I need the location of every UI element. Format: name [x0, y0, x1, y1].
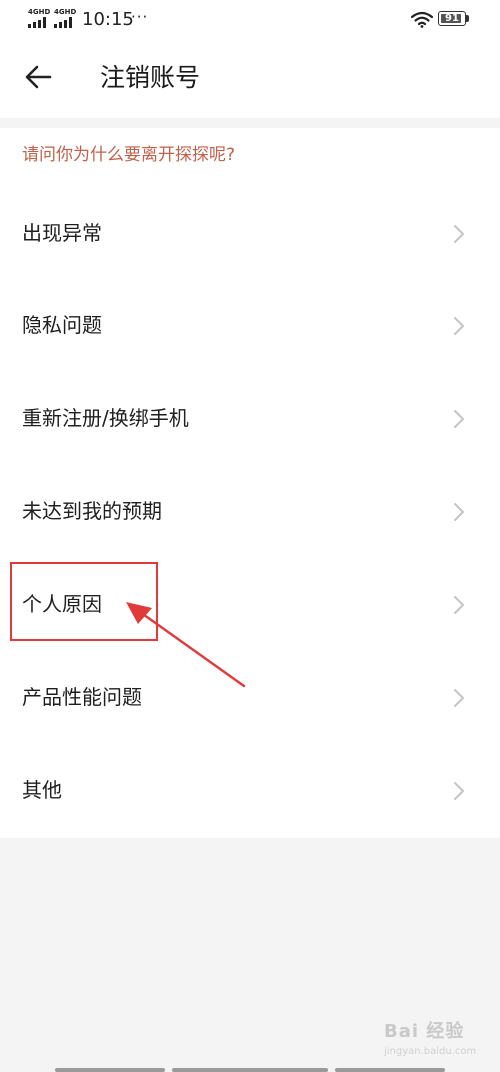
reason-label: 个人原因	[22, 592, 102, 616]
cell-signal-2-icon: 4GHD	[54, 9, 76, 29]
more-notifications-icon: ···	[131, 8, 149, 26]
question-prompt: 请问你为什么要离开探探呢?	[22, 145, 236, 165]
cell-signal-1-icon: 4GHD	[28, 9, 50, 29]
back-arrow-icon[interactable]	[14, 52, 64, 102]
network-type-2: 4GHD	[54, 8, 77, 16]
chevron-right-icon	[454, 503, 464, 521]
status-time: 10:15	[82, 9, 134, 30]
wifi-icon	[411, 11, 433, 28]
reason-label: 其他	[22, 778, 62, 802]
chevron-right-icon	[454, 596, 464, 614]
reason-item-privacy[interactable]: 隐私问题	[0, 280, 500, 372]
chevron-right-icon	[454, 410, 464, 428]
chevron-right-icon	[454, 225, 464, 243]
reason-item-expectation[interactable]: 未达到我的预期	[0, 466, 500, 558]
reason-label: 未达到我的预期	[22, 499, 162, 523]
reason-item-personal[interactable]: 个人原因	[0, 559, 500, 651]
reason-item-other[interactable]: 其他	[0, 745, 500, 837]
section-gap	[0, 118, 500, 128]
app-bar: 注销账号	[0, 40, 500, 118]
reason-label: 产品性能问题	[22, 685, 142, 709]
reason-list: 请问你为什么要离开探探呢? 出现异常 隐私问题 重新注册/换绑手机 未达到我的预…	[0, 128, 500, 838]
reason-item-reregister[interactable]: 重新注册/换绑手机	[0, 373, 500, 465]
reason-label: 重新注册/换绑手机	[22, 406, 189, 430]
watermark-url: jingyan.baidu.com	[384, 1046, 477, 1057]
bottom-nav-bar	[0, 1064, 500, 1072]
reason-label: 隐私问题	[22, 313, 102, 337]
reason-item-performance[interactable]: 产品性能问题	[0, 652, 500, 744]
page-title: 注销账号	[100, 63, 201, 92]
chevron-right-icon	[454, 782, 464, 800]
baidu-jingyan-watermark: Bai 经验 jingyan.baidu.com	[380, 1018, 490, 1064]
chevron-right-icon	[454, 317, 464, 335]
reason-item-abnormal[interactable]: 出现异常	[0, 188, 500, 280]
network-type-1: 4GHD	[28, 8, 51, 16]
battery-icon: 91	[438, 11, 472, 28]
status-bar: 4GHD 4GHD 10:15 ··· 91	[0, 0, 500, 40]
battery-level: 91	[445, 13, 459, 24]
reason-label: 出现异常	[22, 221, 102, 245]
chevron-right-icon	[454, 689, 464, 707]
watermark-text: Bai 经验	[384, 1021, 465, 1042]
